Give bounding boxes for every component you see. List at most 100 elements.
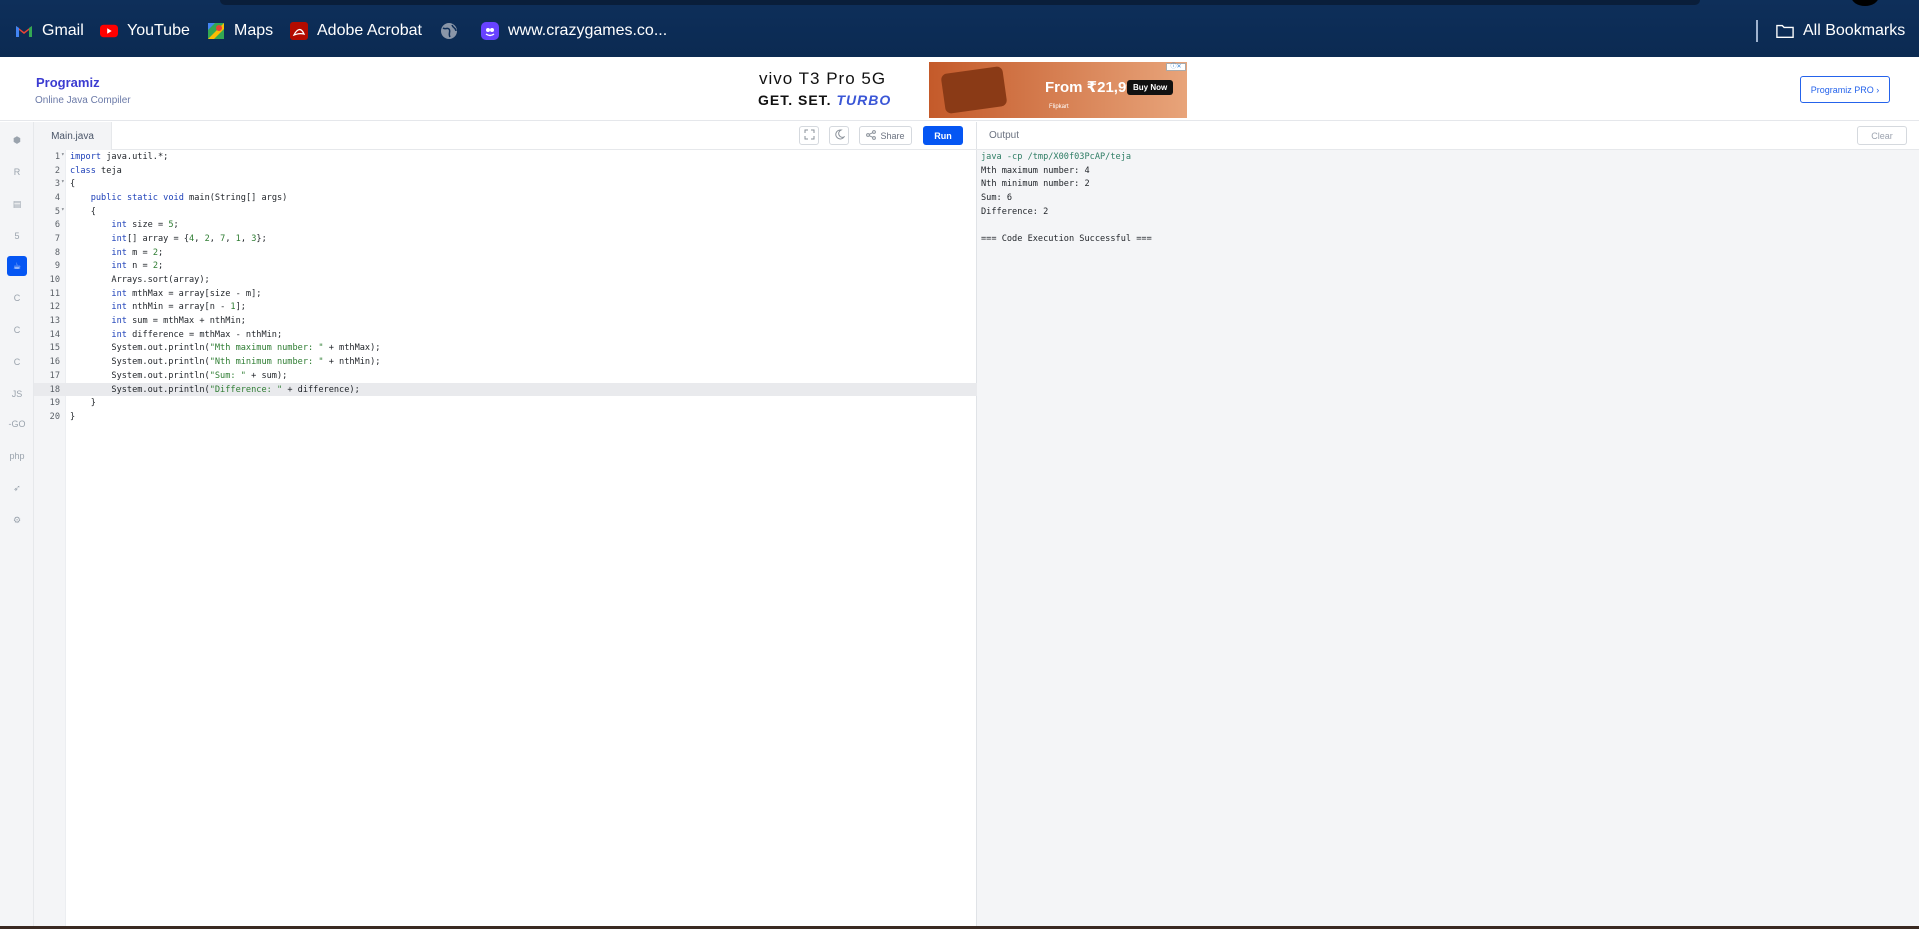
line-number: 16 xyxy=(49,357,60,368)
tab-main-java[interactable]: Main.java xyxy=(34,122,112,150)
line-number: 1 ▾ xyxy=(54,150,65,162)
code-line[interactable]: 9 int n = 2; xyxy=(34,260,977,274)
code-line[interactable]: 7 int[] array = {4, 2, 7, 1, 3}; xyxy=(34,232,977,246)
line-number: 9 xyxy=(54,261,60,272)
youtube-icon xyxy=(100,22,118,40)
advertisement-banner[interactable]: vivo T3 Pro 5G GET. SET. TURBO From ₹21,… xyxy=(755,62,1187,118)
code-text: Arrays.sort(array); xyxy=(70,275,210,286)
python-icon[interactable]: ⬢ xyxy=(7,130,27,150)
ad-close-icon[interactable]: ⓘ✕ xyxy=(1166,63,1186,71)
output-line: Mth maximum number: 4 xyxy=(981,165,1090,176)
java-icon[interactable]: ☕ xyxy=(7,256,27,276)
code-text: int size = 5; xyxy=(111,220,179,231)
fullscreen-icon xyxy=(804,129,815,142)
bookmark-globe[interactable] xyxy=(440,22,458,40)
line-number: 2 xyxy=(54,165,60,176)
code-editor[interactable]: 1 ▾ import java.util.*; 2 class teja 3 ▾{4 pub… xyxy=(34,150,977,424)
code-line[interactable]: 8 int m = 2; xyxy=(34,246,977,260)
line-number: 19 xyxy=(49,398,60,409)
share-button[interactable]: Share xyxy=(859,126,912,145)
code-text: int m = 2; xyxy=(111,247,164,258)
profile-avatar[interactable] xyxy=(1851,0,1879,6)
code-line[interactable]: 11 int mthMax = array[size - m]; xyxy=(34,287,977,301)
sql-icon[interactable]: ▤ xyxy=(7,194,27,214)
swift-icon[interactable]: ➶ xyxy=(7,478,27,498)
bookmark-adobe-acrobat[interactable]: Adobe Acrobat xyxy=(290,22,422,40)
bookmarks-divider xyxy=(1756,20,1758,42)
csharp-icon[interactable]: C xyxy=(7,352,27,372)
ad-buy-now-button[interactable]: Buy Now xyxy=(1127,80,1174,95)
code-line[interactable]: 14 int difference = mthMax - nthMin; xyxy=(34,328,977,342)
code-text: public static void main(String[] args) xyxy=(90,192,288,203)
programiz-logo[interactable]: Programiz xyxy=(36,75,100,90)
output-line: === Code Execution Successful === xyxy=(981,234,1152,245)
line-number: 8 xyxy=(54,247,60,258)
code-text: import java.util.*; xyxy=(70,151,169,162)
code-line[interactable]: 18 System.out.println("Difference: " + d… xyxy=(34,382,977,397)
line-number: 13 xyxy=(49,316,60,327)
code-line[interactable]: 19 } xyxy=(34,396,977,410)
c-icon[interactable]: C xyxy=(7,288,27,308)
all-bookmarks-button[interactable]: All Bookmarks xyxy=(1776,22,1905,40)
code-line[interactable]: 2 class teja xyxy=(34,164,977,178)
code-text: { xyxy=(70,206,96,217)
r-icon[interactable]: R xyxy=(7,162,27,182)
html-icon[interactable]: 5 xyxy=(7,226,27,246)
go-icon[interactable]: -GO xyxy=(7,414,27,434)
code-line[interactable]: 10 Arrays.sort(array); xyxy=(34,273,977,287)
line-number: 14 xyxy=(49,329,60,340)
cpp-icon[interactable]: C xyxy=(7,320,27,340)
line-number: 7 xyxy=(54,233,60,244)
fold-toggle-icon[interactable]: ▾ xyxy=(61,151,65,158)
output-pane: Output Clear java -cp /tmp/X00f03PcAP/te… xyxy=(977,122,1919,927)
ad-tagline: GET. SET. TURBO xyxy=(758,92,891,108)
code-line[interactable]: 15 System.out.println("Mth maximum numbe… xyxy=(34,342,977,356)
share-label: Share xyxy=(880,130,905,141)
code-line[interactable]: 1 ▾ import java.util.*; xyxy=(34,150,977,164)
bookmark-crazygames[interactable]: www.crazygames.co... xyxy=(481,22,667,40)
bookmark-label: Adobe Acrobat xyxy=(317,22,422,39)
theme-toggle-button[interactable] xyxy=(829,126,849,145)
clear-button[interactable]: Clear xyxy=(1857,126,1907,145)
fold-toggle-icon[interactable]: ▾ xyxy=(61,206,65,213)
ad-tagline-turbo: TURBO xyxy=(836,92,892,108)
code-line[interactable]: 20} xyxy=(34,410,977,424)
php-icon[interactable]: php xyxy=(7,446,27,466)
site-header: Programiz Online Java Compiler vivo T3 P… xyxy=(0,57,1919,121)
output-console: java -cp /tmp/X00f03PcAP/teja Mth maximum… xyxy=(981,151,1152,247)
rust-icon[interactable]: ⚙ xyxy=(7,510,27,530)
run-button[interactable]: Run xyxy=(923,126,963,145)
page-subtitle: Online Java Compiler xyxy=(35,95,131,106)
javascript-icon[interactable]: JS xyxy=(7,384,27,404)
output-line: Difference: 2 xyxy=(981,206,1049,217)
code-line[interactable]: 5 ▾ { xyxy=(34,205,977,219)
folder-icon xyxy=(1776,22,1794,40)
line-number: 4 xyxy=(54,192,60,203)
bookmark-gmail[interactable]: Gmail xyxy=(15,22,84,40)
line-number: 18 xyxy=(49,384,60,395)
gmail-icon xyxy=(15,22,33,40)
editor-toolbar: Main.java Share Run xyxy=(34,122,977,150)
line-number: 5 ▾ xyxy=(54,205,65,217)
bookmark-maps[interactable]: Maps xyxy=(207,22,273,40)
code-line[interactable]: 12 int nthMin = array[n - 1]; xyxy=(34,301,977,315)
code-line[interactable]: 3 ▾{ xyxy=(34,177,977,191)
fold-toggle-icon[interactable]: ▾ xyxy=(61,178,65,185)
fullscreen-button[interactable] xyxy=(799,126,819,145)
ad-tagline-prefix: GET. SET. xyxy=(758,92,837,108)
code-line[interactable]: 16 System.out.println("Nth minimum numbe… xyxy=(34,355,977,369)
line-number: 6 xyxy=(54,220,60,231)
code-line[interactable]: 17 System.out.println("Sum: " + sum); xyxy=(34,369,977,383)
code-line[interactable]: 13 int sum = mthMax + nthMin; xyxy=(34,314,977,328)
code-text: System.out.println("Mth maximum number: … xyxy=(70,343,381,354)
programiz-pro-button[interactable]: Programiz PRO › xyxy=(1800,76,1890,103)
language-sidebar: ⬢ R ▤ 5 ☕ C C C JS -GO php ➶ ⚙ xyxy=(0,122,34,927)
code-text: class teja xyxy=(70,165,122,176)
ad-phone-image xyxy=(940,65,1008,115)
bookmark-youtube[interactable]: YouTube xyxy=(100,22,190,40)
code-line[interactable]: 6 int size = 5; xyxy=(34,218,977,232)
output-line: Nth minimum number: 2 xyxy=(981,179,1090,190)
ad-headline: vivo T3 Pro 5G xyxy=(759,69,887,88)
code-line[interactable]: 4 public static void main(String[] args) xyxy=(34,191,977,205)
